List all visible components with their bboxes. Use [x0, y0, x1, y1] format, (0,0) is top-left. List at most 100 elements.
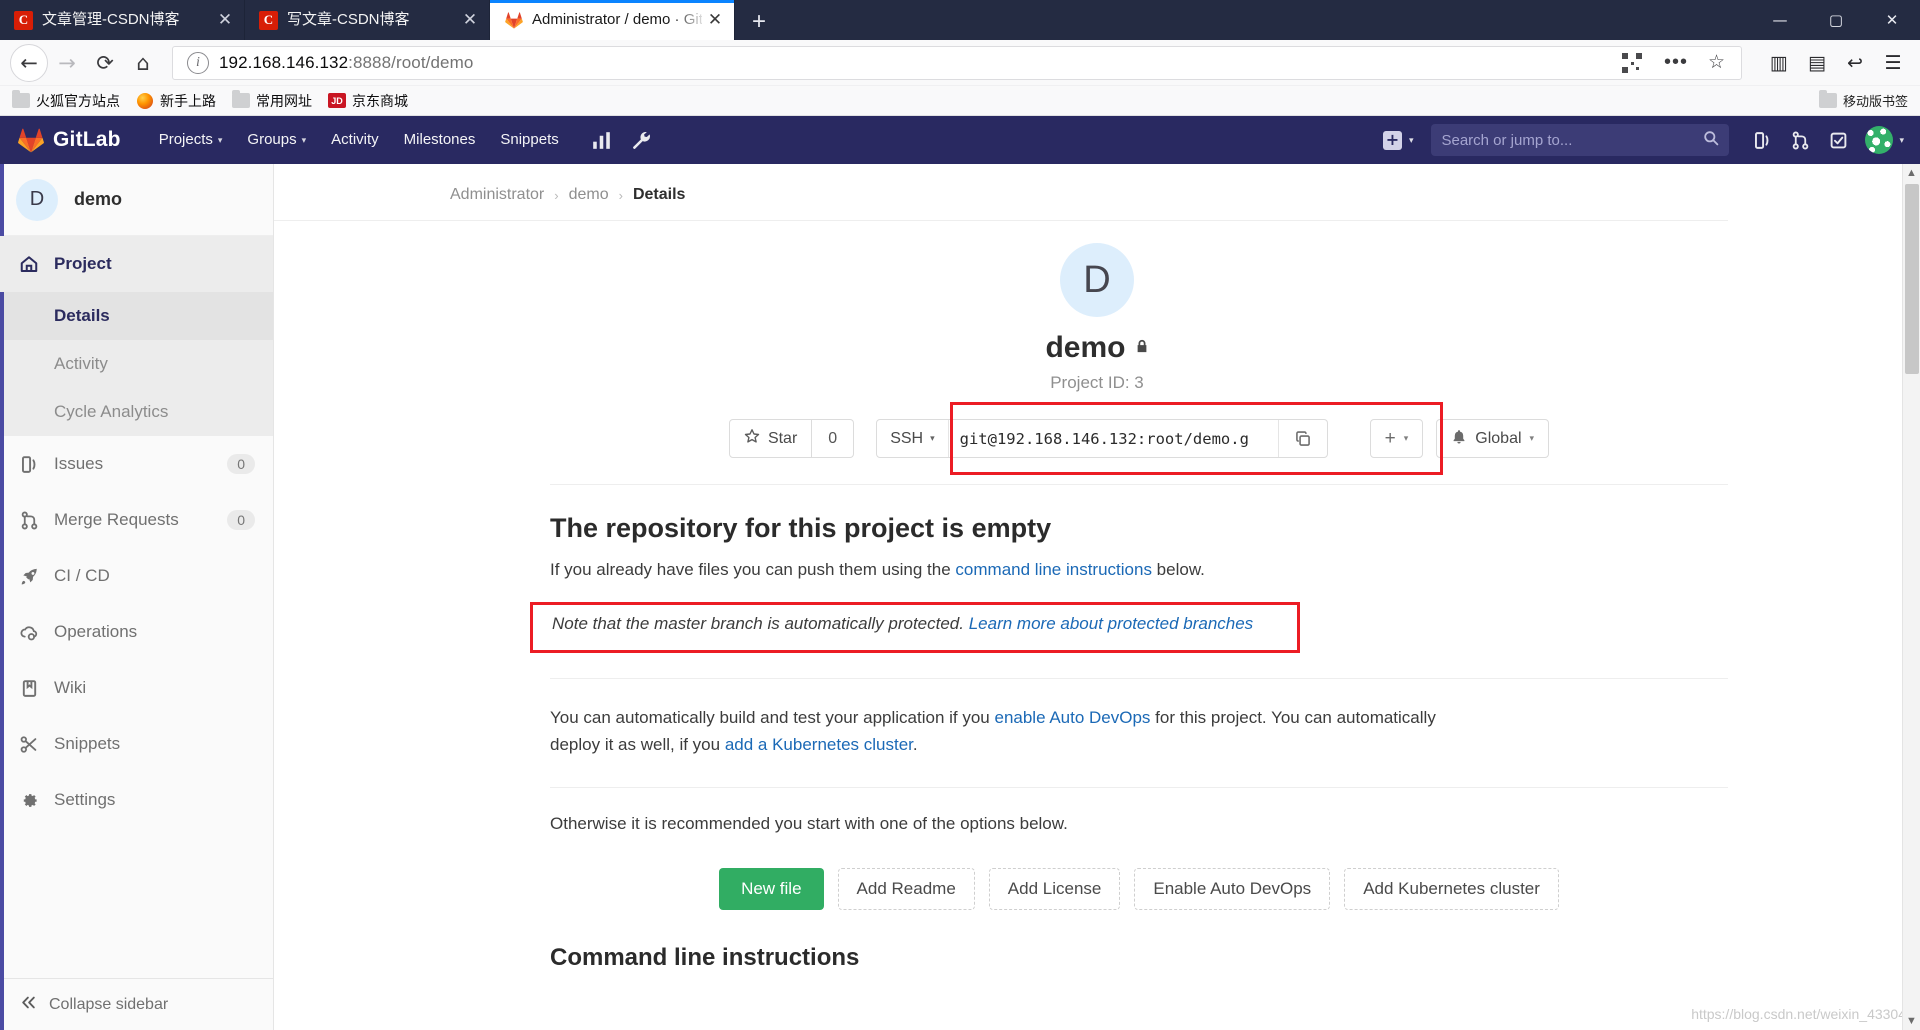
collapse-sidebar-label: Collapse sidebar [49, 995, 169, 1013]
global-search-box[interactable] [1431, 124, 1730, 156]
scrollbar-thumb[interactable] [1904, 184, 1919, 374]
notification-dropdown-button[interactable]: Global ▾ [1436, 419, 1550, 458]
project-title-label: demo [1045, 331, 1126, 364]
add-dropdown-button[interactable]: + ▾ [1369, 419, 1424, 458]
gitlab-main-menu: Projects ▾ Groups ▾ Activity Milestones Sn… [147, 116, 571, 164]
todos-icon[interactable] [1821, 123, 1855, 157]
sidebar-item-snippets[interactable]: Snippets [0, 716, 273, 772]
project-avatar: D [16, 178, 58, 221]
scroll-down-arrow[interactable]: ▼ [1906, 1012, 1917, 1030]
site-info-icon[interactable]: i [187, 51, 209, 74]
new-file-button[interactable]: New file [719, 867, 824, 910]
bookmark-star-icon[interactable]: ☆ [1700, 51, 1733, 74]
chevron-double-left-icon [20, 994, 37, 1016]
copy-icon[interactable] [1279, 420, 1327, 457]
maximize-button[interactable]: ▢ [1808, 0, 1864, 40]
sidebar-item-details[interactable]: Details [0, 292, 273, 340]
project-id-label: Project ID: 3 [1050, 373, 1144, 392]
bookmark-item[interactable]: JD 京东商城 [328, 91, 408, 111]
breadcrumb-root[interactable]: Administrator [450, 186, 544, 204]
clone-url-input[interactable]: git@192.168.146.132:root/demo.g [949, 420, 1279, 457]
close-icon[interactable]: ✕ [702, 7, 728, 33]
scroll-up-arrow[interactable]: ▲ [1906, 164, 1917, 182]
add-license-button[interactable]: Add License [988, 867, 1121, 910]
merge-request-icon[interactable] [1783, 123, 1817, 157]
sidebar-item-wiki[interactable]: Wiki [0, 660, 273, 716]
mobile-bookmarks-item[interactable]: 移动版书签 [1818, 90, 1908, 110]
home-button[interactable]: ⌂ [124, 44, 162, 82]
library-icon[interactable]: ▥ [1762, 46, 1796, 80]
address-bar[interactable]: i 192.168.146.132:8888/root/demo ••• ☆ [172, 45, 1742, 80]
sidebar-item-ci-cd[interactable]: CI / CD [0, 548, 273, 604]
close-window-button[interactable]: ✕ [1864, 0, 1920, 40]
add-readme-button[interactable]: Add Readme [837, 867, 975, 910]
page-title: demo [274, 331, 1920, 365]
nav-activity[interactable]: Activity [319, 116, 391, 164]
user-menu[interactable]: ▾ [1865, 126, 1904, 154]
issues-icon[interactable] [1745, 123, 1779, 157]
collapse-sidebar-button[interactable]: Collapse sidebar [0, 978, 273, 1030]
nav-projects[interactable]: Projects ▾ [147, 116, 235, 164]
chart-icon[interactable] [585, 123, 619, 157]
command-line-instructions-link[interactable]: command line instructions [955, 560, 1152, 579]
star-count[interactable]: 0 [812, 419, 855, 458]
page-actions-icon[interactable]: ••• [1656, 51, 1696, 74]
bookmark-item[interactable]: 新手上路 [136, 91, 216, 111]
plus-icon: + [1382, 130, 1402, 150]
gitlab-logo[interactable]: GitLab [18, 128, 121, 153]
forward-button[interactable]: → [48, 44, 86, 82]
browser-tab-1[interactable]: C 文章管理-CSDN博客 ✕ [0, 0, 245, 40]
star-button[interactable]: Star [728, 419, 813, 458]
protected-branches-link[interactable]: Learn more about protected branches [969, 614, 1253, 633]
qr-icon[interactable] [1621, 52, 1642, 73]
page-scrollbar[interactable]: ▲ ▼ [1902, 164, 1920, 1030]
sidebar-item-cycle-analytics[interactable]: Cycle Analytics [0, 388, 273, 436]
nav-groups-label: Groups [247, 131, 297, 148]
search-input[interactable] [1441, 131, 1704, 149]
back-button[interactable]: ← [10, 43, 48, 82]
close-icon[interactable]: ✕ [457, 7, 483, 33]
breadcrumb-separator: › [618, 187, 623, 203]
sidebar-project-name: demo [74, 189, 123, 209]
wrench-icon[interactable] [625, 123, 659, 157]
nav-groups[interactable]: Groups ▾ [235, 116, 318, 164]
sidebar-item-project[interactable]: Project [0, 236, 273, 292]
bookmark-item[interactable]: 火狐官方站点 [12, 90, 120, 111]
bookmark-item[interactable]: 常用网址 [232, 90, 312, 111]
close-icon[interactable]: ✕ [212, 7, 238, 33]
push-suffix: below. [1151, 560, 1205, 579]
protected-branch-note: Note that the master branch is automatic… [550, 602, 1728, 646]
bookmark-label: 火狐官方站点 [36, 92, 120, 109]
chevron-down-icon: ▾ [217, 135, 223, 145]
nav-snippets[interactable]: Snippets [488, 116, 570, 164]
auto-devops-paragraph: You can automatically build and test you… [274, 679, 1484, 759]
minimize-button[interactable]: — [1752, 0, 1808, 40]
sidebar-item-issues[interactable]: Issues 0 [0, 436, 273, 492]
clone-protocol-label: SSH [890, 429, 924, 447]
bookmarks-bar: 火狐官方站点 新手上路 常用网址 JD 京东商城 移动版书签 [0, 86, 1920, 116]
reload-button[interactable]: ⟳ [86, 44, 124, 82]
search-icon[interactable] [1703, 130, 1719, 150]
otherwise-paragraph: Otherwise it is recommended you start wi… [550, 813, 1068, 833]
browser-tab-3-active[interactable]: Administrator / demo · GitLab ✕ [490, 0, 735, 40]
new-dropdown-button[interactable]: + ▾ [1375, 130, 1422, 150]
empty-repo-title: The repository for this project is empty [550, 513, 1052, 543]
sidebar-item-activity[interactable]: Activity [0, 340, 273, 388]
clone-protocol-dropdown[interactable]: SSH ▾ [877, 420, 949, 457]
sync-icon[interactable]: ↩ [1838, 46, 1872, 80]
url-host: 192.168.146.132 [219, 52, 349, 72]
sidebar-item-operations[interactable]: Operations [0, 604, 273, 660]
new-tab-button[interactable]: + [741, 4, 777, 40]
sidebar-project-header[interactable]: D demo [0, 164, 273, 236]
browser-tab-2[interactable]: C 写文章-CSDN博客 ✕ [245, 0, 490, 40]
enable-auto-devops-link[interactable]: enable Auto DevOps [994, 708, 1150, 727]
menu-icon[interactable]: ☰ [1876, 46, 1910, 80]
breadcrumb-project[interactable]: demo [569, 186, 609, 204]
enable-auto-devops-button[interactable]: Enable Auto DevOps [1134, 867, 1331, 910]
add-kubernetes-cluster-link[interactable]: add a Kubernetes cluster [725, 735, 913, 754]
add-kubernetes-cluster-button[interactable]: Add Kubernetes cluster [1344, 867, 1559, 910]
sidebar-item-merge-requests[interactable]: Merge Requests 0 [0, 492, 273, 548]
nav-milestones[interactable]: Milestones [392, 116, 488, 164]
sidebar-icon[interactable]: ▤ [1800, 46, 1834, 80]
sidebar-item-settings[interactable]: Settings [0, 772, 273, 828]
